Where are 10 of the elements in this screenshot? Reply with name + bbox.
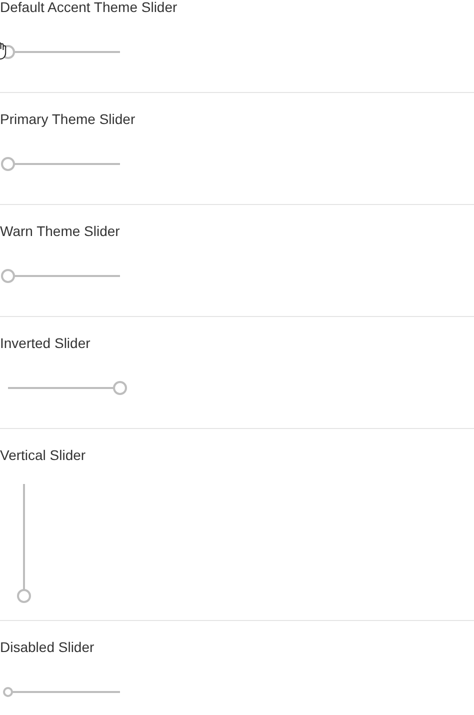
slider-thumb[interactable] [1,157,15,171]
slider-label: Vertical Slider [0,446,87,464]
slider-label: Primary Theme Slider [0,110,136,128]
slider-label: Default Accent Theme Slider [0,0,178,16]
slider-label: Inverted Slider [0,334,92,352]
slider-thumb[interactable] [113,381,127,395]
slider-label: Warn Theme Slider [0,222,121,240]
slider-thumb[interactable] [1,269,15,283]
slider-thumb[interactable] [17,589,31,603]
slider-label: Disabled Slider [0,638,96,656]
